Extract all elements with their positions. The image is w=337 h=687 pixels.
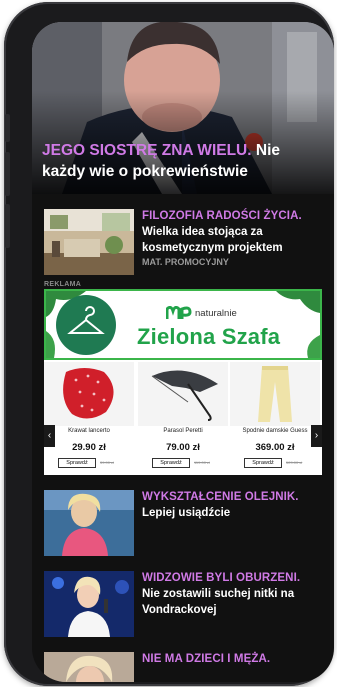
article-thumbnail bbox=[44, 571, 134, 637]
article-kicker: WYKSZTAŁCENIE OLEJNIK. bbox=[142, 491, 299, 503]
phone-screen: JEGO SIOSTRĘ ZNA WIELU. Nie każdy wie o … bbox=[32, 22, 334, 682]
article-item[interactable]: FILOZOFIA RADOŚCI ŻYCIA. Wielka idea sto… bbox=[44, 209, 324, 277]
hero-headline-highlight: JEGO SIOSTRĘ ZNA WIELU. bbox=[42, 142, 252, 159]
brand-logo-icon bbox=[166, 306, 192, 319]
ad-banner[interactable]: naturalnie Zielona Szafa bbox=[44, 289, 322, 360]
product-check-button[interactable]: Sprawdź bbox=[152, 458, 190, 468]
product-old-price: 529.00 zł bbox=[286, 460, 303, 465]
article-thumbnail bbox=[44, 652, 134, 682]
article-title: Lepiej usiądźcie bbox=[142, 507, 231, 519]
volume-down-button bbox=[5, 204, 10, 248]
article-item[interactable]: NIE MA DZIECI I MĘŻA. bbox=[44, 652, 324, 682]
product-price: 369.00 zł bbox=[255, 442, 295, 453]
hanger-badge bbox=[56, 295, 116, 355]
article-kicker: FILOZOFIA RADOŚCI ŻYCIA. bbox=[142, 210, 302, 222]
ad-brand-title: Zielona Szafa bbox=[137, 324, 281, 349]
product-price: 29.90 zł bbox=[72, 442, 106, 453]
product-check-button[interactable]: Sprawdź bbox=[244, 458, 282, 468]
phone-frame: JEGO SIOSTRĘ ZNA WIELU. Nie każdy wie o … bbox=[4, 2, 334, 686]
trousers-image bbox=[230, 362, 320, 426]
hero-headline[interactable]: JEGO SIOSTRĘ ZNA WIELU. Nie każdy wie o … bbox=[42, 140, 322, 182]
article-item[interactable]: WYKSZTAŁCENIE OLEJNIK. Lepiej usiądźcie bbox=[44, 490, 324, 558]
sponsored-label: MAT. PROMOCYJNY bbox=[142, 257, 229, 267]
article-thumbnail bbox=[44, 209, 134, 275]
product-card[interactable]: Krawat lancerto 29.90 zł Sprawdź 39.90 z… bbox=[44, 362, 134, 472]
hero-article[interactable]: JEGO SIOSTRĘ ZNA WIELU. Nie każdy wie o … bbox=[32, 22, 334, 194]
brand-logo-text: naturalnie bbox=[195, 307, 237, 319]
article-title: Nie zostawili suchej nitki na Vondrackov… bbox=[142, 588, 295, 616]
product-name: Parasol Peretti bbox=[163, 428, 203, 434]
carousel-next-arrow[interactable]: › bbox=[311, 425, 322, 447]
ad-label: REKLAMA bbox=[44, 281, 82, 288]
product-card[interactable]: Spodnie damskie Guess 369.00 zł Sprawdź … bbox=[230, 362, 320, 472]
tie-image bbox=[44, 362, 134, 426]
product-name: Spodnie damskie Guess bbox=[242, 428, 308, 434]
carousel-prev-arrow[interactable]: ‹ bbox=[44, 425, 55, 447]
volume-up-button bbox=[5, 152, 10, 196]
product-name: Krawat lancerto bbox=[68, 428, 110, 434]
brand-logo: naturalnie bbox=[166, 305, 237, 321]
article-item[interactable]: WIDZOWIE BYLI OBURZENI. Nie zostawili su… bbox=[44, 571, 324, 639]
product-old-price: 39.90 zł bbox=[100, 460, 115, 465]
article-kicker: NIE MA DZIECI I MĘŻA. bbox=[142, 653, 271, 665]
article-title: Wielka idea stojąca za kosmetycznym proj… bbox=[142, 226, 283, 254]
mute-switch bbox=[5, 114, 10, 142]
umbrella-image bbox=[138, 362, 228, 426]
article-thumbnail bbox=[44, 490, 134, 556]
product-check-button[interactable]: Sprawdź bbox=[58, 458, 96, 468]
article-kicker: WIDZOWIE BYLI OBURZENI. bbox=[142, 572, 301, 584]
ad-unit[interactable]: naturalnie Zielona Szafa Krawat lancerto… bbox=[44, 289, 322, 475]
product-old-price: 119.00 zł bbox=[194, 460, 210, 465]
hanger-icon bbox=[57, 296, 115, 354]
product-card[interactable]: Parasol Peretti 79.00 zł Sprawdź 119.00 … bbox=[138, 362, 228, 472]
product-price: 79.00 zł bbox=[166, 442, 200, 453]
